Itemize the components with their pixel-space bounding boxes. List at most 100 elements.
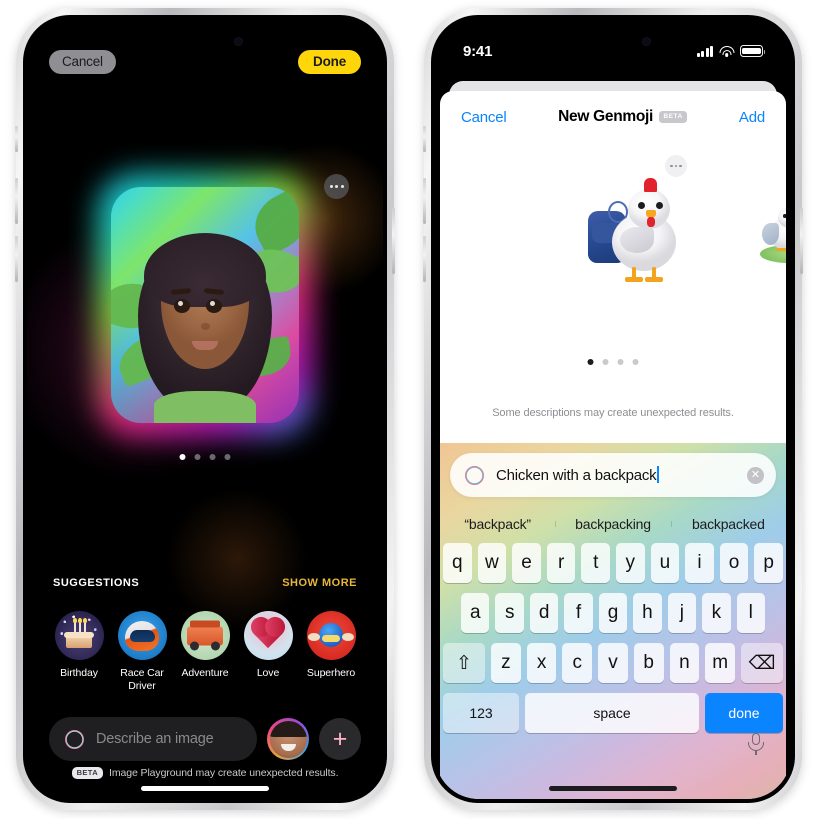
mute-button[interactable] [423,126,426,152]
signal-bars-icon [697,45,713,57]
text-caret [657,466,660,483]
cancel-button[interactable]: Cancel [461,109,507,126]
prediction-2[interactable]: backpacked [670,516,786,532]
suggestion-birthday[interactable]: Birthday [49,611,109,692]
key-d[interactable]: d [529,593,559,633]
key-e[interactable]: e [512,543,541,583]
disclaimer-text: Image Playground may create unexpected r… [109,767,339,779]
page-title-text: New Genmoji [558,108,654,125]
chicken-with-backpack-genmoji[interactable] [586,178,694,289]
suggestion-love[interactable]: Love [238,611,298,692]
prediction-1[interactable]: backpacking [555,516,670,532]
show-more-button[interactable]: SHOW MORE [282,577,357,589]
numbers-key[interactable]: 123 [443,693,519,733]
onscreen-keyboard: q w e r t y u i o p a s d f g h j k l ⇧ … [440,543,786,743]
generated-image-card[interactable] [97,173,313,437]
key-t[interactable]: t [581,543,610,583]
suggestion-race-car-driver[interactable]: Race Car Driver [112,611,172,692]
key-f[interactable]: f [564,593,593,633]
avatar[interactable] [267,718,309,760]
cancel-button[interactable]: Cancel [49,50,116,74]
shift-key-icon[interactable]: ⇧ [442,643,485,683]
genmoji-hint-text: Some descriptions may create unexpected … [492,407,734,419]
volume-down-button[interactable] [15,236,18,282]
key-q[interactable]: q [443,543,472,583]
ellipsis-icon[interactable] [665,155,687,177]
suggestions-row: Birthday Race Car Driver Adventure Love … [27,611,383,692]
key-w[interactable]: w [477,543,507,583]
key-m[interactable]: m [705,643,736,683]
key-b[interactable]: b [633,643,664,683]
phone-left: Cancel Done SUGGESTIONS SHOW MORE Birthd… [15,8,395,810]
phone-right-screen: 9:41 Cancel New Genmoji BETA Add Some de… [435,19,791,799]
beta-badge: BETA [659,111,688,123]
predictive-suggestions: “backpack” backpacking backpacked [440,507,786,541]
avatar-illustration [130,223,280,423]
genmoji-results-canvas [440,143,786,393]
describe-placeholder: Describe an image [96,731,214,747]
key-v[interactable]: v [598,643,628,683]
key-s[interactable]: s [495,593,524,633]
add-button[interactable]: Add [739,109,765,126]
volume-up-button[interactable] [423,178,426,224]
key-n[interactable]: n [669,643,700,683]
power-button[interactable] [800,208,803,274]
key-a[interactable]: a [461,593,490,633]
done-button[interactable]: Done [298,50,361,74]
superhero-icon [306,611,356,660]
key-h[interactable]: h [633,593,662,633]
space-key[interactable]: space [525,693,699,733]
genmoji-description-input[interactable]: Chicken with a backpack ✕ [450,453,776,497]
volume-up-button[interactable] [15,178,18,224]
compose-bar: Describe an image + [27,717,383,761]
keyboard-row-3: ⇧ z x c v b n m ⌫ [442,643,784,683]
keyboard-row-2: a s d f g h j k l [443,593,783,633]
mute-button[interactable] [15,126,18,152]
key-z[interactable]: z [490,643,521,683]
status-indicators [697,45,766,57]
suggestion-adventure[interactable]: Adventure [175,611,235,692]
keyboard-row-1: q w e r t y u i o p [443,543,783,583]
home-indicator[interactable] [141,786,269,791]
beta-disclaimer: BETA Image Playground may create unexpec… [27,767,383,779]
key-x[interactable]: x [526,643,557,683]
delete-key-icon[interactable]: ⌫ [741,643,784,683]
genmoji-navbar: Cancel New Genmoji BETA Add [440,91,786,143]
wifi-icon [719,45,734,57]
suggestion-label: Superhero [306,667,356,679]
key-l[interactable]: l [736,593,765,633]
volume-down-button[interactable] [423,236,426,282]
key-j[interactable]: j [667,593,697,633]
key-g[interactable]: g [598,593,628,633]
genmoji-input-wrap: Chicken with a backpack ✕ [440,453,786,497]
done-key[interactable]: done [705,693,783,733]
racing-helmet-icon [117,611,167,660]
key-c[interactable]: c [562,643,593,683]
ellipsis-icon[interactable] [324,174,349,199]
power-button[interactable] [392,208,395,274]
describe-input[interactable]: Describe an image [49,717,257,761]
new-genmoji-sheet: Cancel New Genmoji BETA Add Some descrip… [440,91,786,799]
home-indicator[interactable] [549,786,677,791]
key-o[interactable]: o [719,543,749,583]
battery-icon [740,45,766,57]
chicken-on-grass-genmoji[interactable] [758,201,786,265]
beta-badge: BETA [71,767,104,779]
dynamic-island [154,28,256,55]
genmoji-app: 9:41 Cancel New Genmoji BETA Add Some de… [435,19,791,799]
key-y[interactable]: y [616,543,645,583]
key-u[interactable]: u [650,543,680,583]
clear-text-icon[interactable]: ✕ [747,466,764,484]
key-p[interactable]: p [754,543,783,583]
microphone-icon[interactable] [748,733,764,755]
prediction-0[interactable]: “backpack” [440,516,555,532]
suggestion-superhero[interactable]: Superhero [301,611,361,692]
key-i[interactable]: i [685,543,714,583]
carousel-page-dots[interactable] [179,454,231,460]
offroad-truck-icon [180,611,230,660]
page-title: New Genmoji BETA [558,108,688,126]
key-r[interactable]: r [546,543,576,583]
carousel-page-dots[interactable] [587,359,639,365]
add-button[interactable]: + [319,718,361,760]
key-k[interactable]: k [702,593,731,633]
